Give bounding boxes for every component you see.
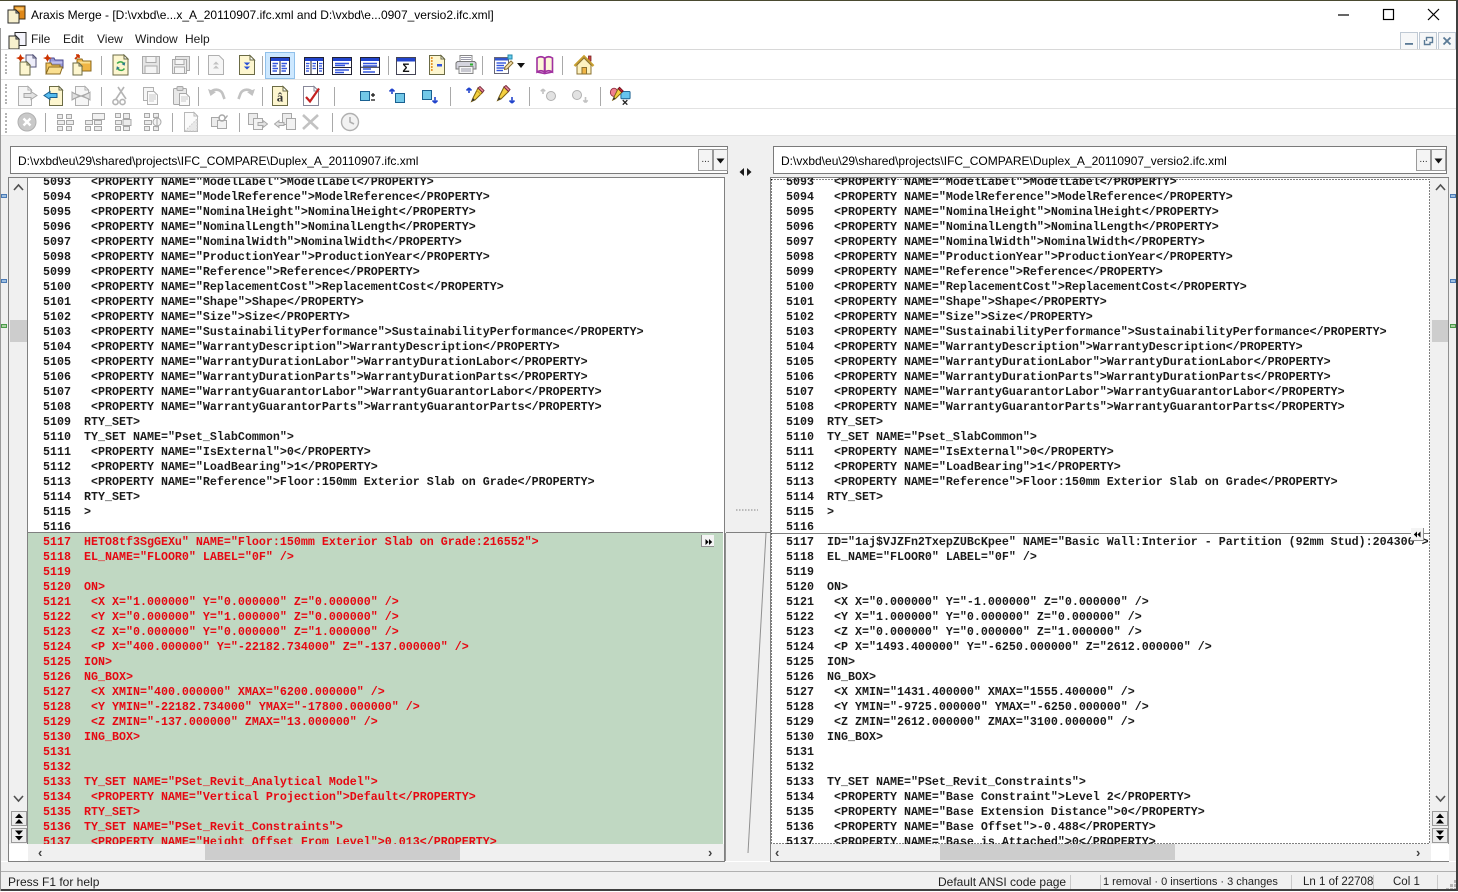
svg-text:â: â [277,90,284,105]
svg-text:Σ: Σ [402,61,409,75]
